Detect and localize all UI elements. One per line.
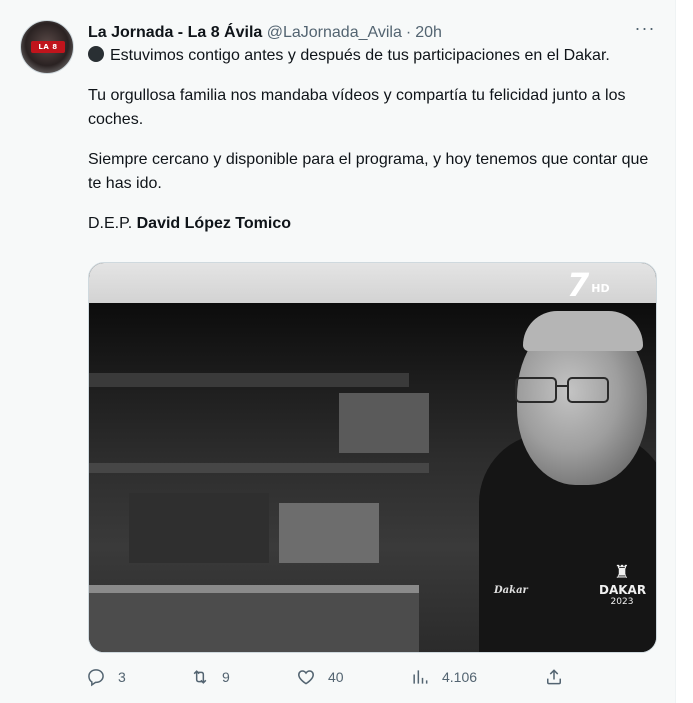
more-options-icon[interactable]: ··· — [632, 18, 658, 42]
right-edge-panel — [675, 0, 693, 703]
scene-box — [129, 493, 269, 563]
tweet-header: La Jornada - La 8 Ávila @LaJornada_Avila… — [88, 22, 442, 44]
tweet-card[interactable]: LA 8 La Jornada - La 8 Ávila @LaJornada_… — [0, 0, 675, 703]
tweet-media-image[interactable]: Dakar 7 HD ♜ DAKAR 2023 — [88, 262, 657, 653]
heart-icon — [298, 670, 314, 685]
retweet-count: 9 — [222, 669, 230, 685]
scene-shelf — [89, 463, 429, 473]
like-button[interactable]: 40 — [296, 662, 344, 692]
separator-dot: · — [405, 24, 412, 41]
glasses-bridge — [555, 385, 567, 387]
timestamp[interactable]: 20h — [415, 24, 442, 41]
retweet-icon — [193, 670, 207, 684]
scene-shelf — [89, 373, 409, 387]
hair-shape — [523, 311, 643, 351]
glasses-icon — [515, 377, 611, 403]
channel-7-logo: 7 HD — [567, 269, 610, 301]
channel-hd: HD — [591, 282, 610, 295]
avatar[interactable]: LA 8 — [20, 20, 74, 74]
share-icon — [547, 669, 561, 685]
reply-count: 3 — [118, 669, 126, 685]
scene-box — [339, 393, 429, 453]
avatar-logo-icon: LA 8 — [31, 41, 65, 53]
channel-number: 7 — [567, 266, 590, 304]
scene-box — [279, 503, 379, 563]
share-button[interactable] — [544, 662, 564, 692]
rip-prefix: D.E.P. — [88, 215, 133, 232]
tweet-paragraph-3: Siempre cercano y disponible para el pro… — [88, 151, 649, 192]
glasses-lens — [567, 377, 609, 403]
tweet-actions: 3 9 40 4.106 — [80, 662, 580, 692]
tweet-paragraph-4: D.E.P. David López Tomico — [88, 212, 663, 236]
reply-button[interactable]: 3 — [86, 662, 126, 692]
tweet-paragraph-2: Tu orgullosa familia nos mandaba vídeos … — [88, 87, 626, 128]
rip-name: David López Tomico — [136, 215, 292, 232]
views-chart-icon — [413, 670, 428, 684]
views-button[interactable]: 4.106 — [410, 662, 477, 692]
dakar-word: DAKAR — [599, 583, 647, 597]
reply-icon — [88, 669, 104, 687]
tweet-text: Estuvimos contigo antes y después de tus… — [88, 44, 663, 236]
glasses-lens — [515, 377, 557, 403]
dakar-tuareg-icon: ♜ — [613, 562, 631, 583]
scene-bench — [89, 593, 419, 652]
user-handle[interactable]: @LaJornada_Avila — [267, 24, 402, 41]
black-circle-emoji-icon — [88, 46, 104, 62]
retweet-button[interactable]: 9 — [190, 662, 230, 692]
like-count: 40 — [328, 669, 344, 685]
dakar-year: 2023 — [610, 597, 634, 607]
hoodie-logo-text: Dakar — [494, 585, 528, 596]
display-name[interactable]: La Jornada - La 8 Ávila — [88, 24, 262, 41]
dakar-logo: ♜ DAKAR 2023 — [599, 562, 647, 633]
views-count: 4.106 — [442, 669, 478, 685]
tweet-paragraph-1: Estuvimos contigo antes y después de tus… — [88, 44, 663, 68]
